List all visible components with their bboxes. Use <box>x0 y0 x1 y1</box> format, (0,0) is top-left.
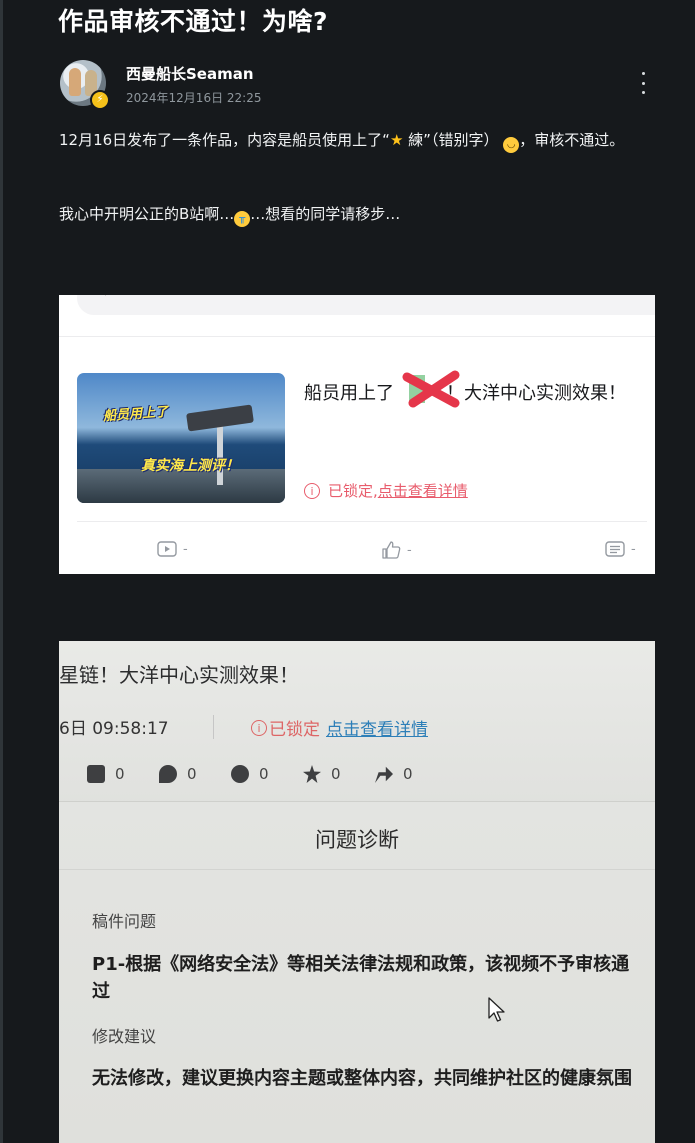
more-dot-icon <box>641 91 645 94</box>
video-title-start: 船员用上了 <box>304 383 394 404</box>
star-icon <box>303 765 321 783</box>
para1-text-c: ，审核不通过。 <box>519 131 625 149</box>
stat-item: 0 <box>231 765 269 783</box>
verified-badge-icon: ⚡ <box>90 90 110 110</box>
stat-value: 0 <box>259 765 269 783</box>
left-border <box>0 0 3 1143</box>
mouse-cursor-icon <box>488 997 505 1022</box>
info-icon: i <box>304 482 320 499</box>
play-count: - <box>157 541 188 557</box>
diagnosis-title: 问题诊断 <box>315 828 399 852</box>
post-paragraph-2: 我心中开明公正的B站啊… ╥ …想看的同学请移步… <box>59 202 649 227</box>
video-thumbnail: 船员用上了 真实海上测评！ <box>77 373 285 503</box>
divider <box>213 715 214 739</box>
comment-count-value: - <box>631 541 636 557</box>
thumbs-up-icon <box>382 541 401 559</box>
play-count-value: - <box>183 541 188 557</box>
list-icon <box>605 541 625 557</box>
author-name[interactable]: 西曼船长Seaman <box>126 63 254 84</box>
search-icon <box>104 295 106 296</box>
stat-value: 0 <box>187 765 197 783</box>
lock-status: i 已锁定 点击查看详情 <box>251 715 428 740</box>
redaction-mark-icon <box>402 370 460 408</box>
more-dot-icon <box>641 81 645 85</box>
issue-label: 稿件问题 <box>92 912 157 931</box>
comment-count: - <box>605 541 636 557</box>
more-dot-icon <box>641 72 645 75</box>
thumbnail-caption-1: 船员用上了 <box>102 404 169 425</box>
more-options-button[interactable] <box>634 70 652 96</box>
screenshot-video-card[interactable]: 船员用上了 真实海上测评！ 船员用上了 ！大洋中心实测效果！ i 已锁定, 点击查看… <box>59 295 655 574</box>
video-title-end: ！大洋中心实测效果！ <box>446 383 626 404</box>
crying-emoji-icon: ╥ <box>234 211 251 227</box>
star-emoji-icon: ★ <box>389 131 404 149</box>
screenshot-review-diagnosis: 星链！大洋中心实测效果！ 6日 09:58:17 i 已锁定 点击查看详情 0 … <box>59 641 655 1143</box>
title-fragment: 星链！大洋中心实测效果！ <box>59 663 299 687</box>
play-icon <box>157 541 177 557</box>
like-count: - <box>381 541 412 559</box>
view-details-link[interactable]: 点击查看详情 <box>378 480 468 501</box>
para2-text-b: …想看的同学请移步… <box>250 205 401 223</box>
lock-text: 已锁定, <box>328 482 378 500</box>
stat-item: 0 <box>87 765 125 783</box>
grin-emoji-icon: ◡ <box>503 137 520 153</box>
post-time: 2024年12月16日 22:25 <box>126 91 262 105</box>
lock-text: 已锁定 <box>269 720 320 740</box>
view-details-link: 点击查看详情 <box>326 720 428 740</box>
stat-value: 0 <box>331 765 341 783</box>
para2-text-a: 我心中开明公正的B站啊… <box>59 205 235 223</box>
divider <box>77 521 647 522</box>
stat-item: 0 <box>303 765 341 783</box>
info-icon: i <box>251 719 267 736</box>
post-paragraph-1: 12月16日发布了一条作品，内容是船员使用上了“★ 練”（错别字） ◡ ，审核不通… <box>59 128 649 153</box>
divider <box>59 869 655 870</box>
stat-value: 0 <box>403 765 413 783</box>
issue-text: P1-根据《网络安全法》等相关法律法规和政策，该视频不予审核通过 <box>92 954 630 1002</box>
para1-text-a: 12月16日发布了一条作品，内容是船员使用上了“ <box>59 131 390 149</box>
page-title: 作品审核不通过！为啥? <box>58 7 329 36</box>
like-count-value: - <box>407 542 412 558</box>
thumbnail-caption-2: 真实海上测评！ <box>141 458 239 474</box>
para1-text-b: 練”（错别字） <box>403 131 499 149</box>
time-fragment: 6日 09:58:17 <box>59 719 169 739</box>
suggestion-text: 无法修改，建议更换内容主题或整体内容，共同维护社区的健康氛围 <box>92 1068 632 1089</box>
video-title: 船员用上了 ！大洋中心实测效果！ <box>304 379 626 405</box>
lock-status: i 已锁定, 点击查看详情 <box>304 480 468 501</box>
suggestion-label: 修改建议 <box>92 1027 157 1046</box>
video-icon <box>87 765 105 783</box>
divider <box>59 336 655 337</box>
share-icon <box>375 766 393 783</box>
comment-icon <box>159 765 177 783</box>
stat-item: 0 <box>375 765 413 783</box>
stat-item: 0 <box>159 765 197 783</box>
search-bar <box>77 295 655 315</box>
coin-icon <box>231 765 249 783</box>
stat-value: 0 <box>115 765 125 783</box>
